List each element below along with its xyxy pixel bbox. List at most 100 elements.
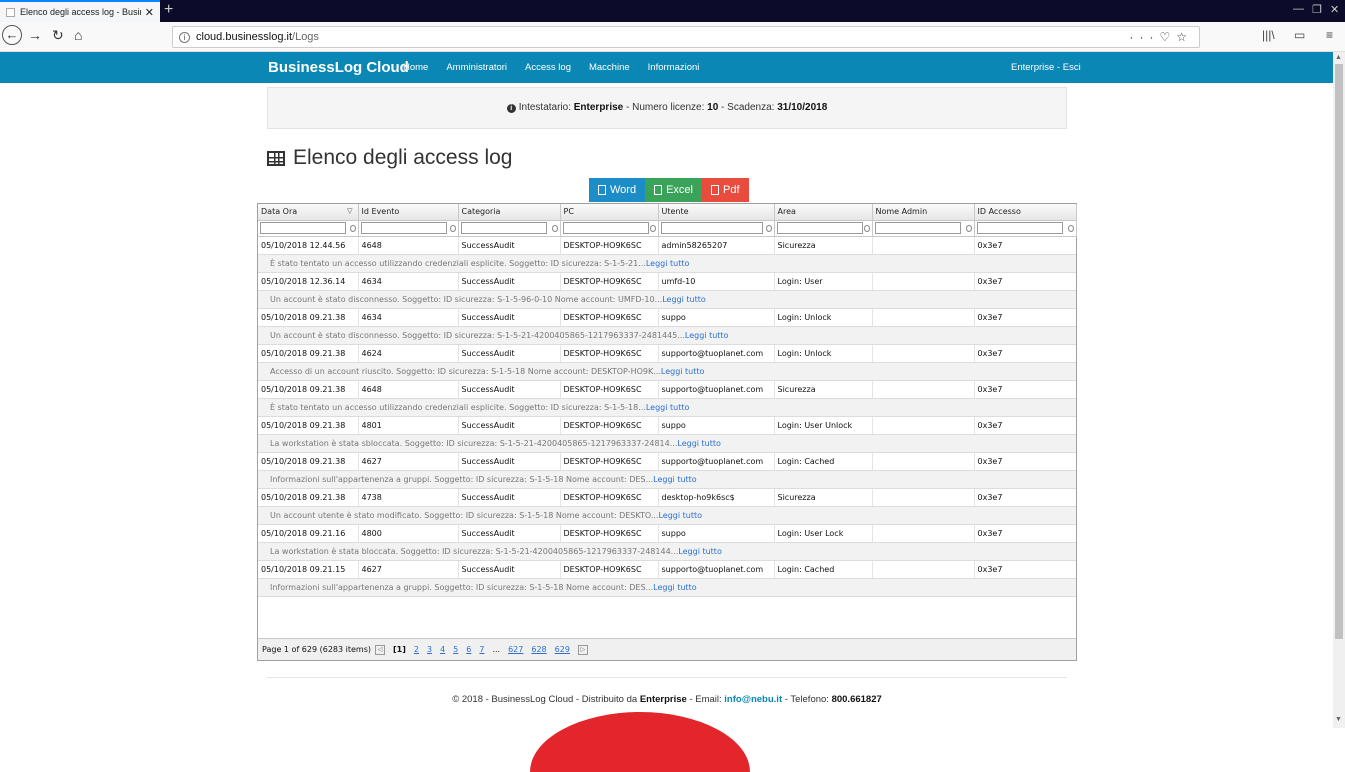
cell-pc: DESKTOP-HO9K6SC	[559, 236, 658, 255]
scroll-down-icon[interactable]: ▼	[1335, 716, 1342, 723]
user-logout-link[interactable]: Enterprise - Esci	[1011, 62, 1081, 73]
page-link-7[interactable]: 7	[479, 645, 484, 654]
read-more-link[interactable]: Leggi tutto	[678, 547, 722, 556]
scroll-up-icon[interactable]: ▲	[1335, 54, 1342, 61]
footer-email-link[interactable]: info@nebu.it	[724, 694, 782, 705]
scroll-thumb[interactable]	[1335, 64, 1343, 639]
back-icon[interactable]: ←	[2, 25, 22, 45]
page-link-627[interactable]: 627	[508, 645, 523, 654]
filter-icon[interactable]	[765, 224, 772, 232]
browser-tab[interactable]: Elenco degli access log - BusinessLog Cl…	[0, 0, 160, 22]
forward-icon[interactable]: →	[28, 27, 42, 43]
page-actions-icon[interactable]: ···♡☆	[1129, 30, 1193, 44]
filter-input-utente[interactable]	[660, 222, 763, 234]
table-row[interactable]: 05/10/2018 09.21.38 4634 SuccessAudit DESKT…	[258, 308, 1076, 327]
read-more-link[interactable]: Leggi tutto	[653, 583, 697, 592]
col-header-utente[interactable]: Utente	[658, 204, 775, 221]
filter-icon[interactable]	[551, 224, 558, 232]
table-row[interactable]: 05/10/2018 09.21.38 4627 SuccessAudit DESKT…	[258, 452, 1076, 471]
read-more-link[interactable]: Leggi tutto	[646, 403, 690, 412]
col-header-pc[interactable]: PC	[560, 204, 659, 221]
page-scrollbar[interactable]: ▲ ▼	[1333, 52, 1345, 728]
read-more-link[interactable]: Leggi tutto	[662, 295, 706, 304]
read-more-link[interactable]: Leggi tutto	[658, 511, 702, 520]
col-header-area[interactable]: Area	[774, 204, 873, 221]
filter-icon[interactable]	[449, 224, 456, 232]
next-page-icon[interactable]: ▷	[577, 644, 588, 655]
new-tab-icon[interactable]: +	[164, 1, 173, 19]
site-info-icon[interactable]: i	[179, 31, 190, 43]
filter-input-area[interactable]	[776, 222, 863, 234]
menu-macchine[interactable]: Macchine	[589, 62, 630, 73]
url-bar[interactable]: i cloud.businesslog.it /Logs ···♡☆	[172, 26, 1200, 48]
close-window-icon[interactable]: ✕	[1330, 3, 1339, 16]
table-row[interactable]: 05/10/2018 09.21.38 4738 SuccessAudit DESKT…	[258, 488, 1076, 507]
sort-desc-icon[interactable]: ▽	[347, 207, 352, 215]
page-link-629[interactable]: 629	[555, 645, 570, 654]
home-icon[interactable]: ⌂	[74, 27, 82, 43]
table-row[interactable]: 05/10/2018 12.36.14 4634 SuccessAudit DESKT…	[258, 272, 1076, 291]
prev-page-icon[interactable]: ◁	[375, 644, 385, 655]
read-more-link[interactable]: Leggi tutto	[661, 367, 705, 376]
table-row[interactable]: 05/10/2018 09.21.38 4624 SuccessAudit DESKT…	[258, 344, 1076, 363]
menu-access-log[interactable]: Access log	[525, 62, 571, 73]
preview-cell: È stato tentato un accesso utilizzando c…	[258, 254, 1076, 273]
col-header-id-accesso[interactable]: ID Accesso	[974, 204, 1077, 221]
filter-cell	[458, 220, 561, 237]
access-log-grid: Data Ora ▽ Id Evento Categoria PC Utente …	[257, 203, 1077, 661]
filter-input-data-ora[interactable]	[260, 222, 346, 234]
brand-logo[interactable]: BusinessLog Cloud	[268, 59, 409, 76]
sidebar-icon[interactable]: ▭	[1294, 28, 1305, 42]
filter-input-pc[interactable]	[562, 222, 649, 234]
cell-area: Login: Cached	[773, 452, 872, 471]
export-excel-button[interactable]: Excel	[645, 178, 702, 202]
col-header-nome-admin[interactable]: Nome Admin	[872, 204, 975, 221]
read-more-link[interactable]: Leggi tutto	[646, 259, 690, 268]
minimize-icon[interactable]: —	[1293, 3, 1304, 15]
table-row[interactable]: 05/10/2018 12.44.56 4648 SuccessAudit DESKT…	[258, 236, 1076, 255]
filter-icon[interactable]	[1067, 224, 1074, 232]
cell-user: suppo	[657, 524, 774, 543]
menu-home[interactable]: Home	[403, 62, 428, 73]
table-row[interactable]: 05/10/2018 09.21.38 4648 SuccessAudit DESKT…	[258, 380, 1076, 399]
restore-icon[interactable]: ❐	[1312, 3, 1322, 16]
filter-icon[interactable]	[349, 224, 356, 232]
cell-area: Login: User Unlock	[773, 416, 872, 435]
col-header-data-ora[interactable]: Data Ora ▽	[258, 204, 359, 221]
menu-amministratori[interactable]: Amministratori	[446, 62, 507, 73]
read-more-link[interactable]: Leggi tutto	[653, 475, 697, 484]
cell-event: 4627	[357, 560, 458, 579]
table-row[interactable]: 05/10/2018 09.21.38 4801 SuccessAudit DESKT…	[258, 416, 1076, 435]
library-icon[interactable]: |||\	[1262, 28, 1275, 42]
export-pdf-button[interactable]: Pdf	[702, 178, 749, 202]
filter-input-id-accesso[interactable]	[976, 222, 1063, 234]
table-row[interactable]: 05/10/2018 09.21.16 4800 SuccessAudit DESKT…	[258, 524, 1076, 543]
read-more-link[interactable]: Leggi tutto	[685, 331, 729, 340]
filter-input-nome-admin[interactable]	[874, 222, 961, 234]
filter-icon[interactable]	[965, 224, 972, 232]
preview-text: Accesso di un account riuscito. Soggetto…	[270, 366, 661, 376]
export-word-button[interactable]: Word	[589, 178, 646, 202]
read-more-link[interactable]: Leggi tutto	[677, 439, 721, 448]
filter-input-categoria[interactable]	[460, 222, 547, 234]
cell-date: 05/10/2018 09.21.15	[258, 560, 358, 579]
page-link-628[interactable]: 628	[531, 645, 546, 654]
col-header-id-evento[interactable]: Id Evento	[358, 204, 459, 221]
reload-icon[interactable]: ↻	[52, 27, 64, 44]
page-link-5[interactable]: 5	[453, 645, 458, 654]
page-link-4[interactable]: 4	[440, 645, 445, 654]
page-link-6[interactable]: 6	[466, 645, 471, 654]
menu-informazioni[interactable]: Informazioni	[648, 62, 700, 73]
col-header-categoria[interactable]: Categoria	[458, 204, 561, 221]
filter-icon[interactable]	[863, 224, 870, 232]
menu-icon[interactable]: ≡	[1326, 28, 1333, 42]
filter-input-id-evento[interactable]	[360, 222, 447, 234]
cell-user: suppo	[657, 308, 774, 327]
table-row[interactable]: 05/10/2018 09.21.15 4627 SuccessAudit DESKT…	[258, 560, 1076, 579]
page-link-2[interactable]: 2	[414, 645, 419, 654]
cell-pc: DESKTOP-HO9K6SC	[559, 308, 658, 327]
close-tab-icon[interactable]: ✕	[145, 6, 154, 19]
cell-date: 05/10/2018 09.21.38	[258, 416, 358, 435]
page-link-3[interactable]: 3	[427, 645, 432, 654]
filter-icon[interactable]	[649, 224, 656, 232]
